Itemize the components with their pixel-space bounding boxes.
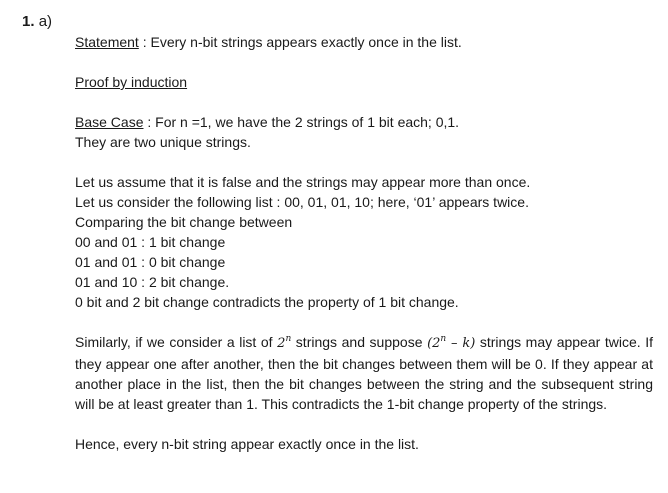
base-case-line-2: They are two unique strings. xyxy=(75,134,251,150)
assumption-line: Comparing the bit change between xyxy=(75,214,293,230)
assumption-line: 0 bit and 2 bit change contradicts the p… xyxy=(75,294,459,310)
similarly-paragraph: Similarly, if we consider a list of 2n s… xyxy=(75,332,653,414)
similarly-text-2: strings and suppose xyxy=(291,334,428,350)
similarly-text-1: Similarly, if we consider a list of xyxy=(75,334,278,350)
assumption-line: 01 and 01 : 0 bit change xyxy=(75,254,226,270)
proof-heading: Proof by induction xyxy=(75,72,660,92)
assumption-line: 00 and 01 : 1 bit change xyxy=(75,234,226,250)
assumption-line: 01 and 10 : 2 bit change. xyxy=(75,274,230,290)
assumption-line: Let us assume that it is false and the s… xyxy=(75,174,531,190)
assumption-line: Let us consider the following list : 00,… xyxy=(75,194,529,210)
base-case-text: : For n =1, we have the 2 strings of 1 b… xyxy=(143,114,460,130)
question-number: 1. a) xyxy=(22,12,52,32)
conclusion-line: Hence, every n-bit string appear exactly… xyxy=(75,436,419,452)
statement-text: : Every n-bit strings appears exactly on… xyxy=(138,34,462,50)
statement-label: Statement xyxy=(75,34,139,50)
statement-line: Statement : Every n-bit strings appears … xyxy=(75,32,660,52)
base-case-label: Base Case xyxy=(75,114,144,130)
math-2-power-n-minus-k: (2n – k) xyxy=(427,334,476,352)
question-number-label: 1. xyxy=(22,13,35,30)
question-part-label: a) xyxy=(38,13,53,30)
proof-heading-text: Proof by induction xyxy=(75,74,188,90)
answer-body: Statement : Every n-bit strings appears … xyxy=(75,32,660,454)
base-case-line: Base Case : For n =1, we have the 2 stri… xyxy=(75,112,660,132)
math-2-power-n: 2n xyxy=(277,334,292,352)
